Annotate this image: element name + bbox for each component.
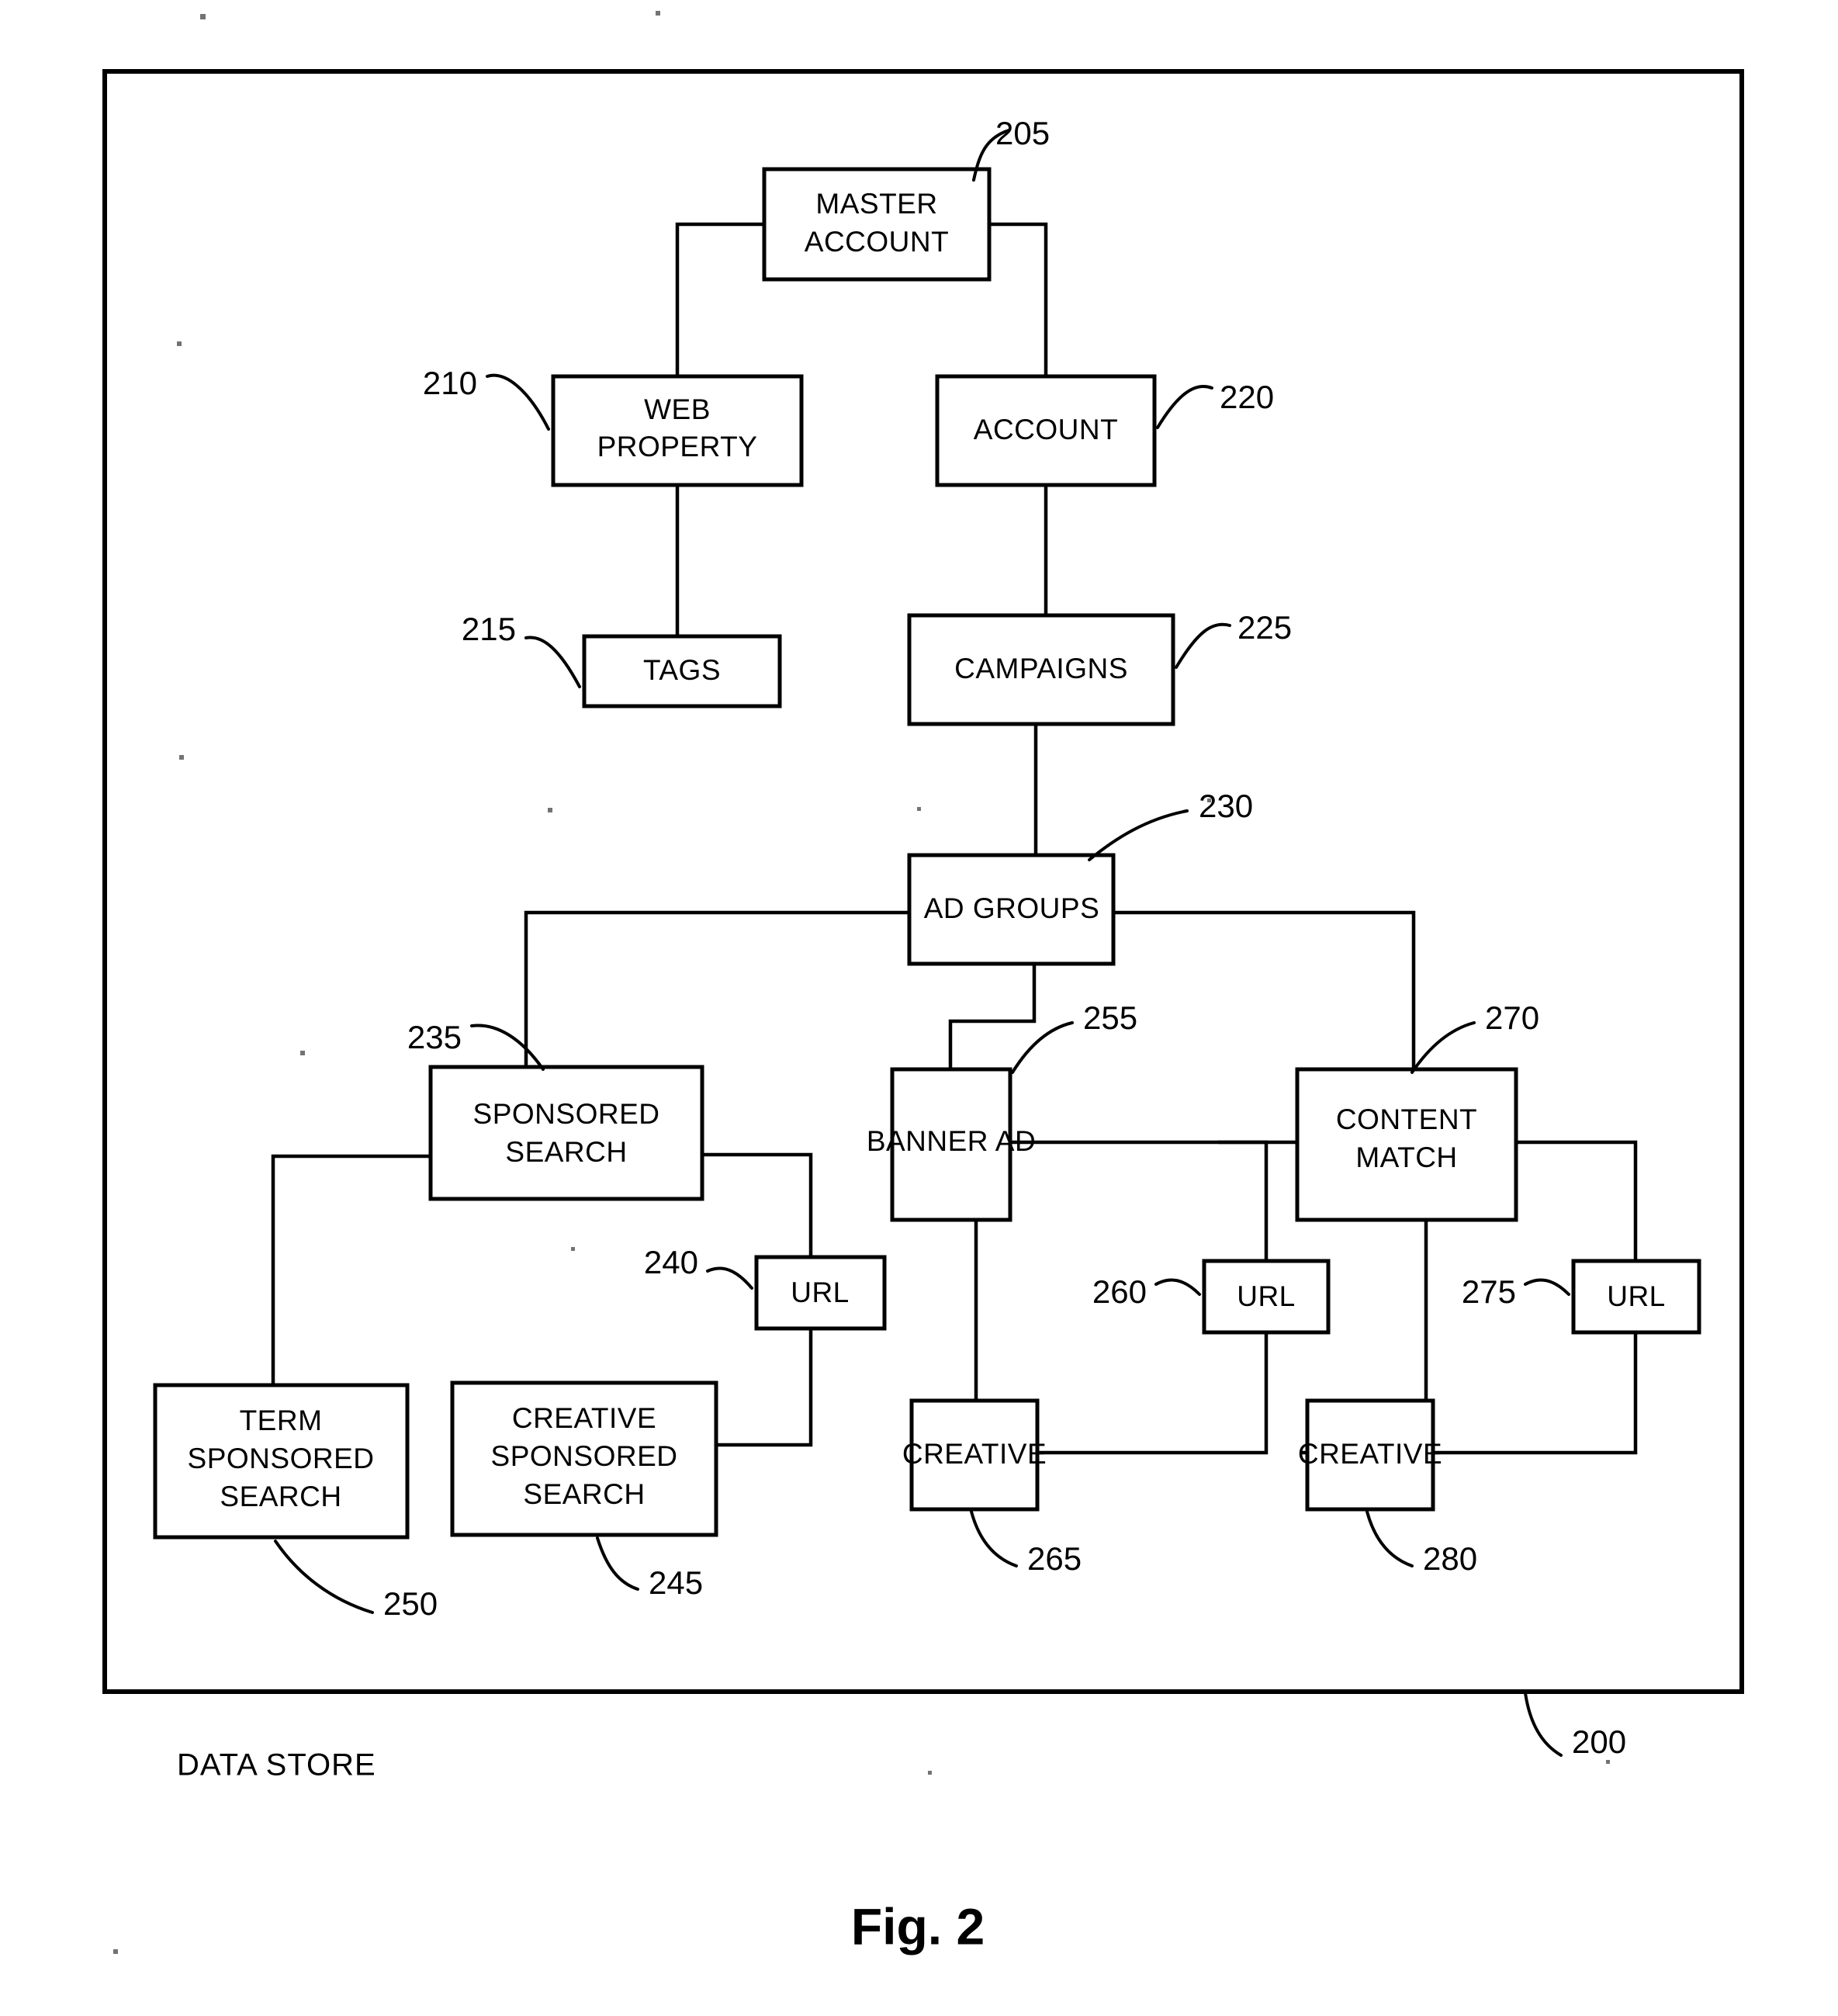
leader-255 <box>1011 1021 1074 1074</box>
node-url-sponsored-search-label: URL <box>791 1276 850 1308</box>
node-account-label: ACCOUNT <box>974 414 1118 445</box>
node-master-account-line-0: MASTER <box>815 188 937 220</box>
node-creative-banner-ad-label: CREATIVE <box>902 1438 1047 1470</box>
node-content-match-line-0: CONTENT <box>1336 1103 1477 1135</box>
leader-270 <box>1411 1021 1476 1074</box>
refnum-230: 230 <box>1199 788 1253 824</box>
leader-280 <box>1366 1510 1414 1567</box>
refnum-245: 245 <box>649 1564 703 1601</box>
connector-master-to-account <box>989 222 1048 376</box>
leader-215 <box>524 636 581 688</box>
node-web-property[interactable]: WEB PROPERTY <box>551 374 804 487</box>
node-creative-sponsored-search-line-0: CREATIVE <box>512 1402 656 1434</box>
refnum-255: 255 <box>1083 999 1137 1036</box>
node-web-property-line-1: PROPERTY <box>597 431 758 462</box>
leader-240 <box>706 1266 753 1290</box>
node-creative-sponsored-search-line-2: SEARCH <box>523 1478 645 1510</box>
refnum-240: 240 <box>644 1244 698 1280</box>
connector-ad-groups-to-content-match <box>1113 910 1416 1069</box>
leader-220 <box>1156 385 1213 429</box>
leader-250 <box>274 1540 374 1614</box>
node-master-account[interactable]: MASTER ACCOUNT <box>762 167 992 282</box>
node-creative-content-match-label: CREATIVE <box>1298 1438 1442 1470</box>
connector-sponsored-search-to-term <box>271 1154 431 1385</box>
node-master-account-line-1: ACCOUNT <box>805 226 949 258</box>
node-sponsored-search-line-1: SEARCH <box>505 1136 627 1168</box>
leader-275 <box>1524 1278 1570 1296</box>
node-account[interactable]: ACCOUNT <box>935 374 1157 487</box>
node-creative-sponsored-search-line-1: SPONSORED <box>491 1440 678 1472</box>
scan-speckles <box>113 11 1610 1954</box>
node-creative-sponsored-search[interactable]: CREATIVE SPONSORED SEARCH <box>450 1380 718 1537</box>
node-url-content-match-label: URL <box>1607 1280 1666 1312</box>
node-url-sponsored-search[interactable]: URL <box>754 1255 887 1331</box>
connector-ad-groups-to-sponsored-search <box>524 910 909 1067</box>
leader-235 <box>470 1024 545 1071</box>
node-content-match-line-1: MATCH <box>1355 1141 1457 1173</box>
refnum-270: 270 <box>1485 999 1539 1036</box>
node-sponsored-search[interactable]: SPONSORED SEARCH <box>428 1065 704 1201</box>
node-banner-ad[interactable]: BANNER AD <box>867 1067 1036 1222</box>
refnum-200: 200 <box>1572 1723 1626 1760</box>
node-term-sponsored-search-line-0: TERM <box>240 1405 323 1436</box>
figure-caption: Fig. 2 <box>851 1897 985 1955</box>
refnum-235: 235 <box>407 1019 462 1055</box>
refnum-220: 220 <box>1220 379 1274 415</box>
refnum-225: 225 <box>1237 609 1292 646</box>
node-banner-ad-label: BANNER AD <box>867 1125 1036 1157</box>
refnum-250: 250 <box>383 1585 438 1622</box>
connector-ad-groups-to-banner-ad <box>948 964 1037 1069</box>
node-ad-groups-label: AD GROUPS <box>924 892 1100 924</box>
leader-245 <box>596 1536 639 1591</box>
leader-265 <box>970 1510 1018 1567</box>
node-creative-content-match[interactable]: CREATIVE <box>1298 1398 1442 1512</box>
figure-canvas: MASTER ACCOUNT WEB PROPERTY TAGS ACCOUNT… <box>102 11 1744 1955</box>
node-creative-banner-ad[interactable]: CREATIVE <box>902 1398 1047 1512</box>
refnum-280: 280 <box>1423 1540 1477 1577</box>
refnum-275: 275 <box>1462 1273 1516 1310</box>
refnum-205: 205 <box>995 115 1050 151</box>
refnum-260: 260 <box>1092 1273 1147 1310</box>
node-tags[interactable]: TAGS <box>582 634 782 708</box>
leader-210 <box>486 373 550 431</box>
node-campaigns-label: CAMPAIGNS <box>954 653 1128 684</box>
node-term-sponsored-search-line-1: SPONSORED <box>188 1443 375 1474</box>
leader-230 <box>1088 809 1189 861</box>
leader-225 <box>1175 622 1231 669</box>
node-web-property-line-0: WEB <box>644 393 711 425</box>
node-url-banner-ad[interactable]: URL <box>1202 1259 1331 1335</box>
node-url-banner-ad-label: URL <box>1237 1280 1296 1312</box>
refnum-265: 265 <box>1027 1540 1082 1577</box>
leader-200 <box>1524 1692 1563 1757</box>
node-term-sponsored-search-line-2: SEARCH <box>220 1481 341 1512</box>
connector-master-to-web-property <box>675 222 764 376</box>
refnum-215: 215 <box>462 611 516 647</box>
leader-260 <box>1154 1278 1201 1296</box>
patent-figure-page: MASTER ACCOUNT WEB PROPERTY TAGS ACCOUNT… <box>0 0 1838 2016</box>
node-sponsored-search-line-0: SPONSORED <box>473 1098 660 1130</box>
node-url-content-match[interactable]: URL <box>1571 1259 1701 1335</box>
node-term-sponsored-search[interactable]: TERM SPONSORED SEARCH <box>153 1383 410 1540</box>
node-content-match[interactable]: CONTENT MATCH <box>1295 1067 1518 1222</box>
node-tags-label: TAGS <box>643 654 721 686</box>
node-ad-groups[interactable]: AD GROUPS <box>907 853 1116 966</box>
refnum-210: 210 <box>423 365 477 401</box>
node-campaigns[interactable]: CAMPAIGNS <box>907 613 1175 726</box>
data-store-label: DATA STORE <box>177 1748 376 1782</box>
